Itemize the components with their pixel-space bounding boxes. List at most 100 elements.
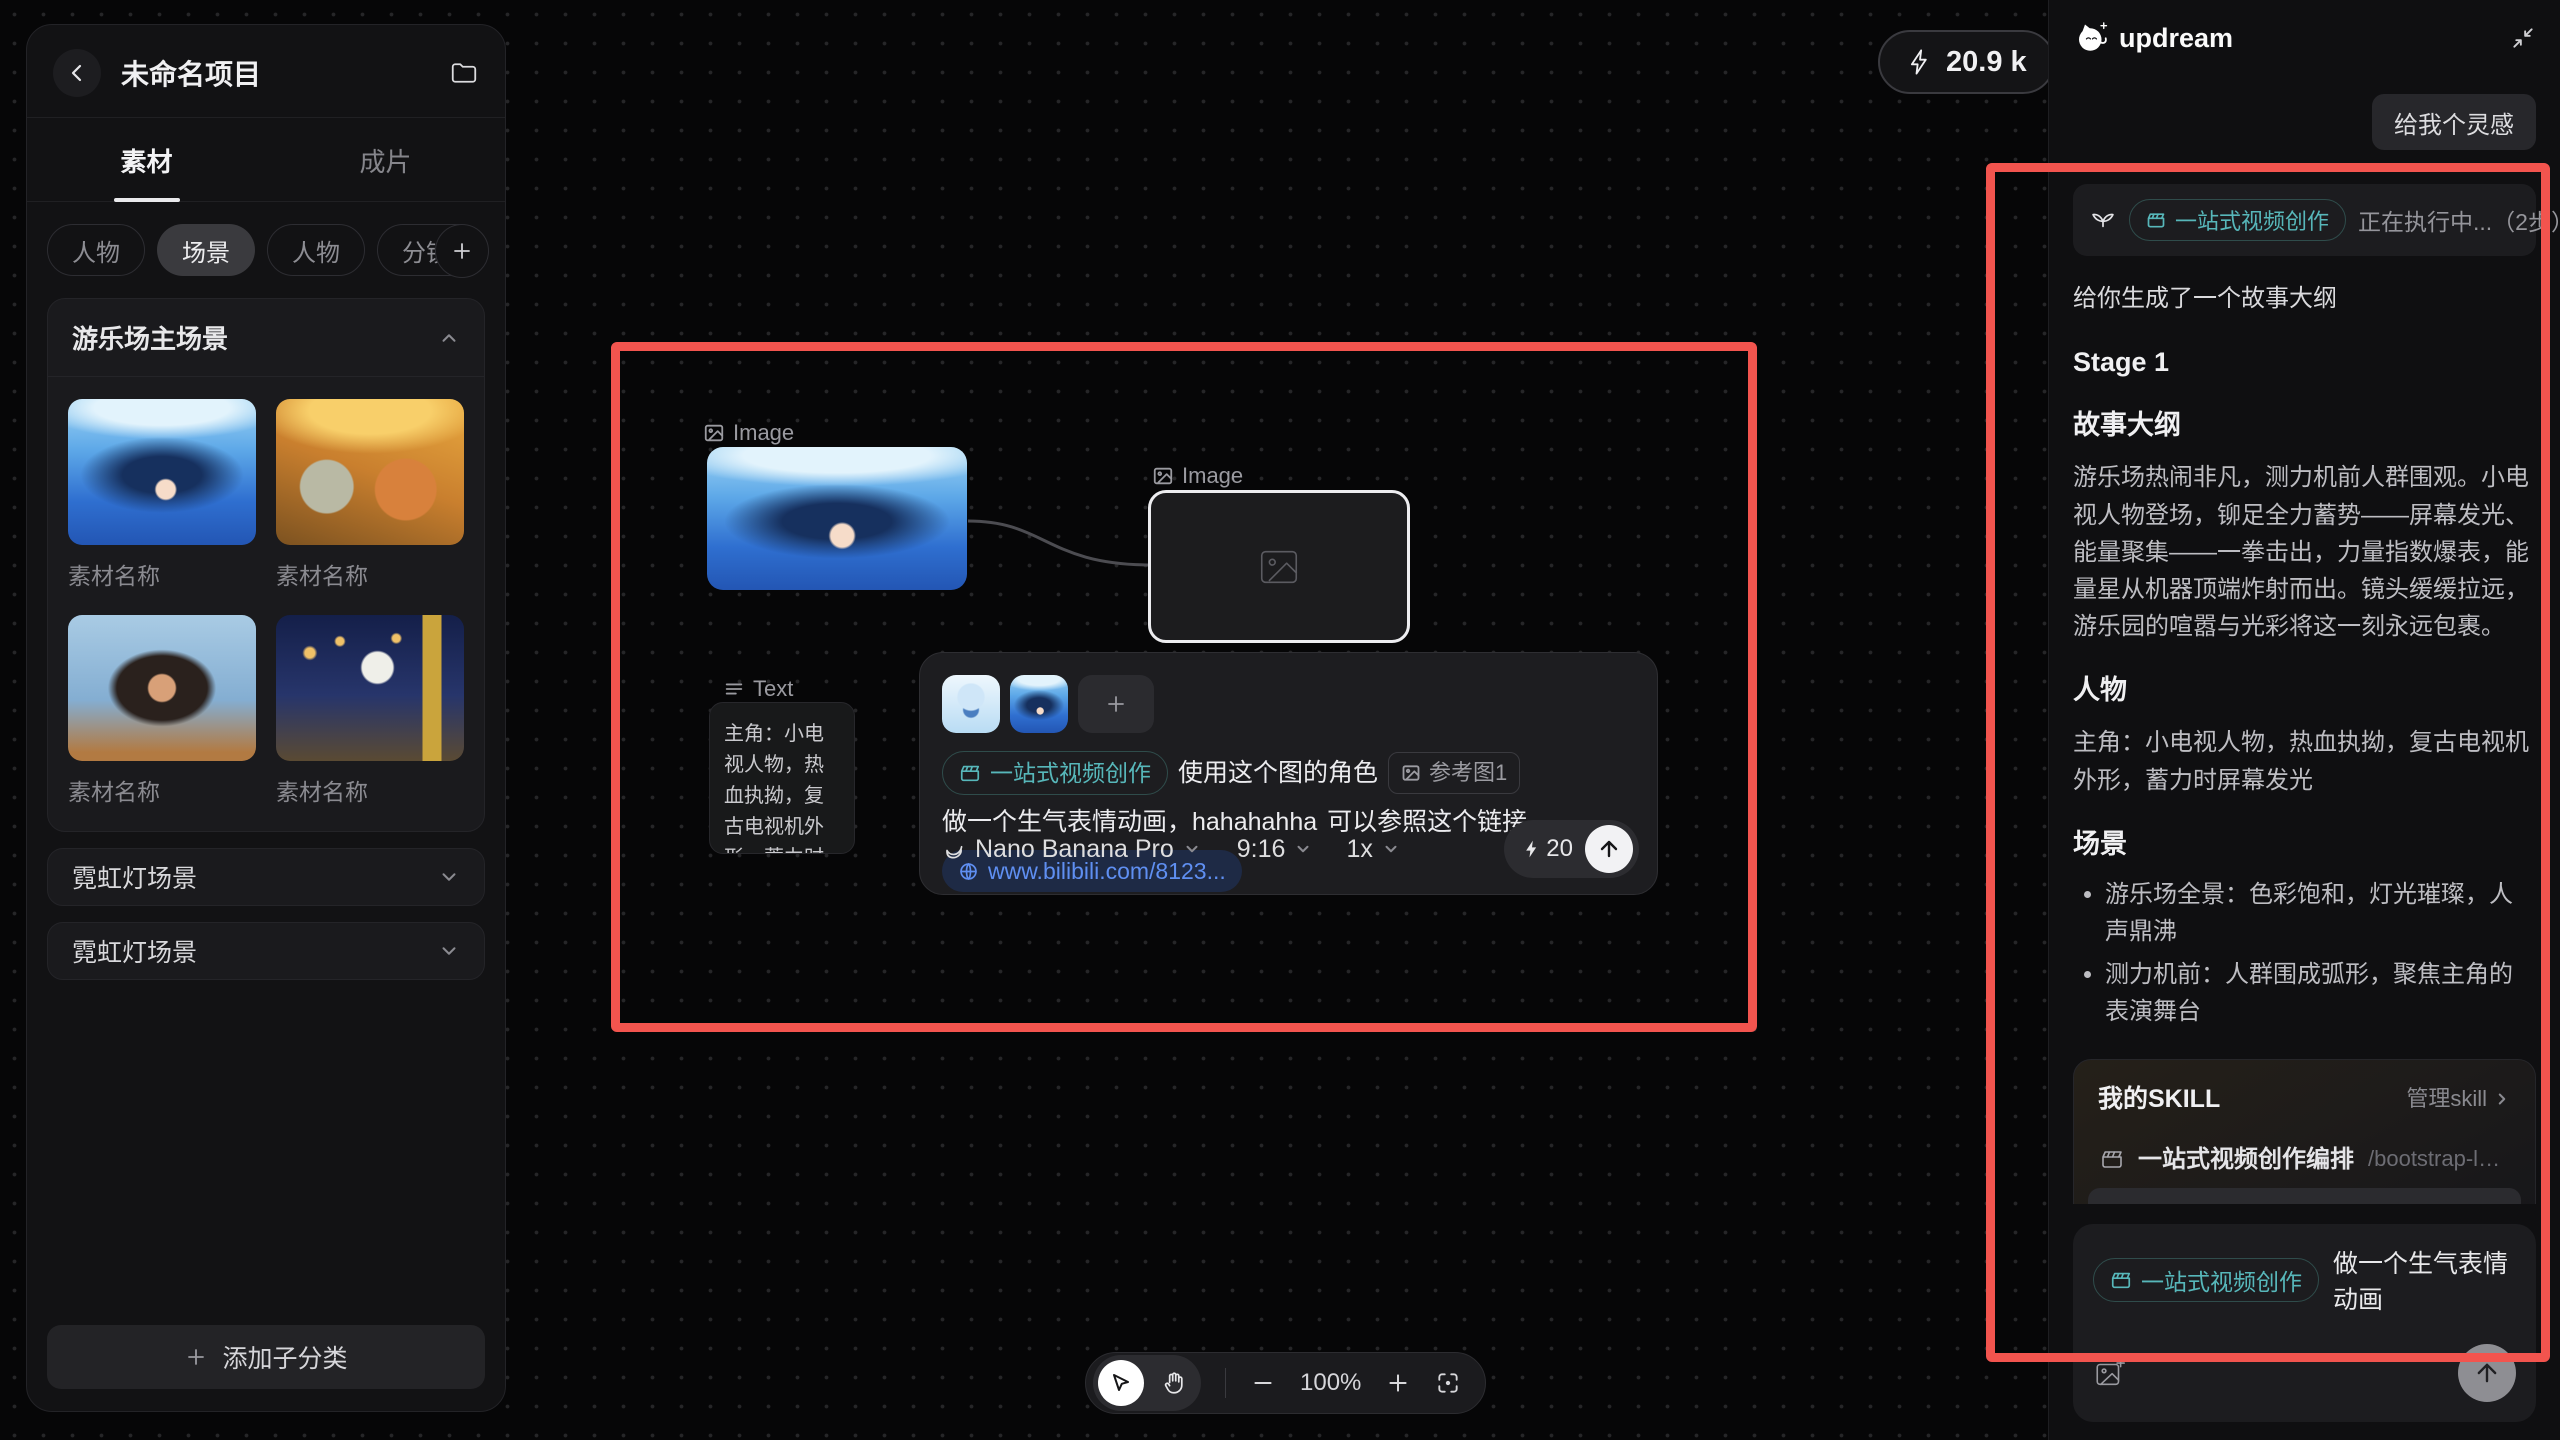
- collapse-arrows-icon: [2510, 25, 2536, 51]
- stage-heading: Stage 1: [2073, 345, 2536, 380]
- composer-thumb-underwater[interactable]: [1010, 675, 1068, 733]
- toolbar-divider: [1225, 1368, 1226, 1398]
- manage-skills-link[interactable]: 管理skill: [2406, 1082, 2511, 1116]
- add-category-button[interactable]: [435, 224, 489, 278]
- skill-slug: /updream: [2272, 1200, 2365, 1204]
- asset-name: 素材名称: [276, 557, 464, 591]
- prompt-composer[interactable]: 一站式视频创作 使用这个图的角色 参考图1 做一个生气表情动画，hahahahh…: [919, 652, 1658, 895]
- skill-item-bootstrap[interactable]: 一站式视频创作编排 /bootstrap-locations: [2088, 1130, 2521, 1188]
- chevron-down-icon: [1382, 840, 1400, 858]
- text-node[interactable]: 主角：小电视人物，热血执拗，复古电视机外形，蓄力时屏幕发光: [709, 702, 855, 854]
- asset-item[interactable]: 素材名称: [276, 615, 464, 807]
- generate-button[interactable]: [1585, 825, 1633, 873]
- image-node-title-2: Image: [1182, 463, 1243, 489]
- image-node-title: Image: [733, 420, 794, 446]
- clapperboard-icon: [959, 762, 981, 784]
- minus-icon: [1250, 1370, 1276, 1396]
- skill-badge[interactable]: 一站式视频创作: [942, 751, 1168, 795]
- asset-name: 素材名称: [68, 773, 256, 807]
- asset-thumbnail-portrait[interactable]: [68, 615, 256, 761]
- scale-value: 1x: [1346, 835, 1372, 864]
- category-chips: 人物 场景 人物 分镜阿达阿: [27, 202, 505, 282]
- chevron-right-icon: [2493, 1090, 2511, 1108]
- skill-badge[interactable]: 一站式视频创作: [2093, 1258, 2319, 1302]
- chevron-down-icon: [438, 866, 460, 888]
- plus-icon: [184, 1345, 208, 1369]
- scale-selector[interactable]: 1x: [1346, 835, 1399, 864]
- asset-thumbnail-underwater[interactable]: [68, 399, 256, 545]
- clapperboard-icon: [2146, 210, 2166, 230]
- text-node-content: 主角：小电视人物，热血执拗，复古电视机外形，蓄力时屏幕发光: [724, 723, 824, 854]
- asset-group-neon-2[interactable]: 霓虹灯场景: [47, 922, 485, 980]
- back-chevron-icon: [65, 61, 89, 85]
- app-canvas: Image Image Text 主角：小电视人物，热血执拗，复古电视机外形，蓄…: [0, 0, 2560, 1440]
- asset-group-header[interactable]: 游乐场主场景: [48, 299, 484, 376]
- text-node-label: Text: [723, 676, 793, 702]
- add-reference-button[interactable]: [1078, 675, 1154, 733]
- image-icon: [703, 422, 725, 444]
- add-image-button[interactable]: [2093, 1356, 2127, 1390]
- skill-item-updream[interactable]: 绘梦制片厂 /updream: [2088, 1188, 2521, 1204]
- asset-group-neon-1[interactable]: 霓虹灯场景: [47, 848, 485, 906]
- chip-character-2[interactable]: 人物: [267, 224, 365, 276]
- character-heading: 人物: [2073, 673, 2536, 708]
- reference-image-chip[interactable]: 参考图1: [1388, 752, 1520, 794]
- asset-item[interactable]: 素材名称: [68, 615, 256, 807]
- text-lines-icon: [723, 678, 745, 700]
- chevron-up-icon: [438, 327, 460, 349]
- ratio-selector[interactable]: 9:16: [1237, 835, 1313, 864]
- model-selector[interactable]: Nano Banana Pro: [942, 835, 1201, 864]
- composer-thumb-chibi[interactable]: [942, 675, 1000, 733]
- input-draft-text: 做一个生气表情动画: [2333, 1244, 2516, 1316]
- back-button[interactable]: [53, 49, 101, 97]
- asset-name: 素材名称: [68, 557, 256, 591]
- brand: updream: [2073, 20, 2233, 56]
- asset-thumbnail-fox[interactable]: [276, 399, 464, 545]
- add-subcategory-label: 添加子分类: [222, 1339, 347, 1375]
- tab-final-cuts[interactable]: 成片: [266, 118, 505, 201]
- collapse-panel-button[interactable]: [2510, 25, 2536, 51]
- asset-group-title: 霓虹灯场景: [72, 859, 197, 895]
- scene-bullet: 游乐场全景：色彩饱和，灯光璀璨，人声鼎沸: [2105, 876, 2536, 950]
- task-status-bar[interactable]: 一站式视频创作 正在执行中...（2步）: [2073, 184, 2536, 256]
- select-tool-button[interactable]: [1098, 1360, 1144, 1406]
- image-node-empty[interactable]: [1148, 490, 1410, 643]
- chip-character-1[interactable]: 人物: [47, 224, 145, 276]
- generation-cost: 20: [1522, 835, 1573, 863]
- chip-scene[interactable]: 场景: [157, 224, 255, 276]
- asset-item[interactable]: 素材名称: [276, 399, 464, 591]
- skill-badge-label: 一站式视频创作: [2175, 204, 2329, 236]
- arrow-up-icon: [1597, 837, 1621, 861]
- zoom-in-button[interactable]: [1385, 1370, 1411, 1396]
- skill-name: 一站式视频创作编排: [2138, 1141, 2354, 1178]
- fit-view-button[interactable]: [1435, 1370, 1461, 1396]
- image-icon: [1152, 465, 1174, 487]
- clapperboard-icon: [2100, 1147, 2124, 1171]
- project-folder-button[interactable]: [449, 58, 479, 88]
- image-node-underwater[interactable]: [707, 447, 967, 590]
- energy-balance-pill[interactable]: 20.9 k: [1878, 30, 2055, 94]
- scene-bullet: 测力机前：人群围成弧形，聚焦主角的表演舞台: [2105, 956, 2536, 1030]
- zoom-out-button[interactable]: [1250, 1370, 1276, 1396]
- plus-icon: [1385, 1370, 1411, 1396]
- manage-skills-label: 管理skill: [2406, 1082, 2487, 1116]
- add-subcategory-button[interactable]: 添加子分类: [47, 1325, 485, 1389]
- scene-bullet-list: 游乐场全景：色彩饱和，灯光璀璨，人声鼎沸 测力机前：人群围成弧形，聚焦主角的表演…: [2073, 876, 2536, 1031]
- hand-icon: [1161, 1370, 1187, 1396]
- chevron-down-icon: [1183, 840, 1201, 858]
- asset-thumbnail-robot[interactable]: [276, 615, 464, 761]
- tab-materials[interactable]: 素材: [27, 118, 266, 201]
- send-button[interactable]: [2458, 1344, 2516, 1402]
- zoom-level[interactable]: 100%: [1300, 1369, 1361, 1397]
- canvas-toolbar: 100%: [1085, 1352, 1486, 1414]
- image-node-label: Image: [703, 420, 794, 446]
- lightning-icon: [1522, 839, 1542, 859]
- lightning-icon: [1906, 48, 1934, 76]
- arrow-up-icon: [2473, 1359, 2501, 1387]
- pan-tool-button[interactable]: [1152, 1360, 1196, 1406]
- give-inspiration-button[interactable]: 给我个灵感: [2372, 94, 2536, 150]
- updream-logo-icon: [2073, 20, 2109, 56]
- assistant-input[interactable]: 一站式视频创作 做一个生气表情动画: [2073, 1224, 2536, 1422]
- asset-item[interactable]: 素材名称: [68, 399, 256, 591]
- image-icon: [1401, 763, 1421, 783]
